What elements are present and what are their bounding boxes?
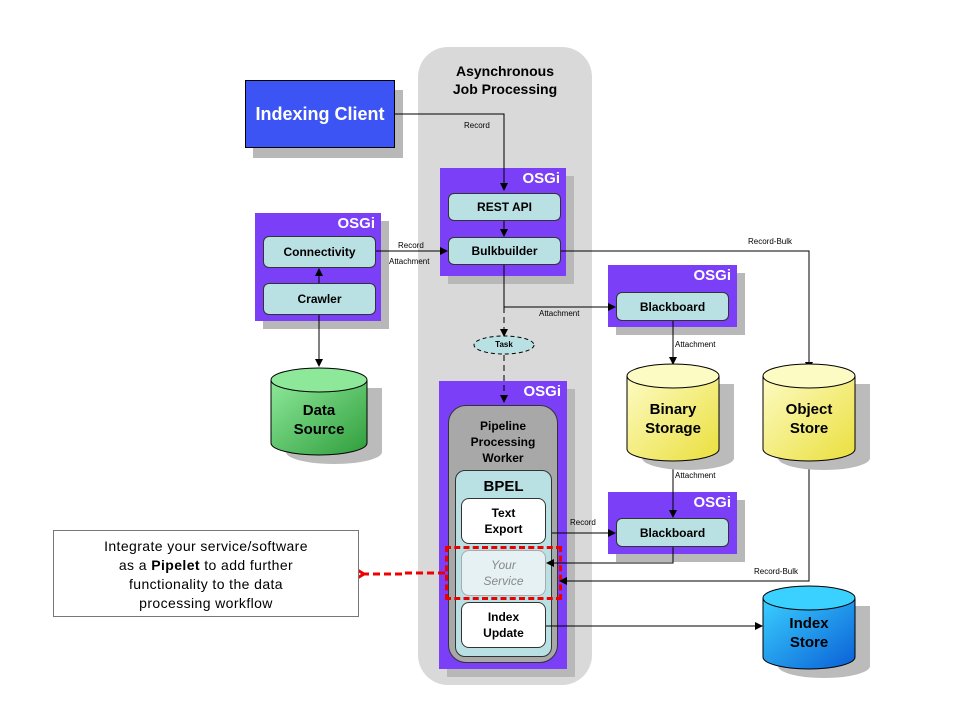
- edge-label-record-bulk-top: Record-Bulk: [748, 237, 793, 246]
- data-source-line1: Data: [302, 402, 336, 419]
- data-source-line2: Source: [293, 421, 345, 438]
- callout-line1: Integrate your service/software: [104, 538, 308, 554]
- data-source-label: Data Source: [271, 401, 367, 439]
- edge-label-attachment-bulk: Attachment: [539, 309, 580, 318]
- edge-label-attachment-binary: Attachment: [675, 471, 716, 480]
- index-store-line2: Store: [789, 634, 829, 651]
- object-store-line1: Object: [785, 401, 833, 418]
- edge-highlight-callout: [364, 573, 445, 574]
- callout-line2-post: to add further: [199, 557, 294, 573]
- callout-line4: processing workflow: [139, 595, 273, 611]
- edge-label-record-bulk-bottom: Record-Bulk: [754, 567, 799, 576]
- edge-label-record-client: Record: [464, 121, 490, 130]
- binary-storage-line1: Binary: [649, 401, 697, 418]
- edge-label-record-connectivity: Record: [398, 241, 424, 250]
- callout-pipelet-keyword: Pipelet: [151, 557, 200, 573]
- edge-label-attachment-connectivity: Attachment: [389, 257, 430, 266]
- binary-storage-line2: Storage: [645, 420, 701, 437]
- callout-line2: as a Pipelet to add further: [54, 556, 358, 575]
- index-store-line1: Index: [789, 615, 829, 632]
- edge-blackboard-yourservice: [546, 547, 674, 567]
- edge-bulk-blackboard: [503, 265, 616, 311]
- callout-line3: functionality to the data: [129, 576, 283, 592]
- binary-storage-label: Binary Storage: [627, 400, 719, 438]
- pipelet-callout: Integrate your service/software as a Pip…: [53, 530, 359, 617]
- edge-label-attachment-blackboard: Attachment: [675, 340, 716, 349]
- object-store-label: Object Store: [763, 400, 855, 438]
- object-store-line2: Store: [789, 420, 829, 437]
- edge-label-record-textexport: Record: [570, 518, 596, 527]
- task-label: Task: [495, 340, 513, 349]
- edge-bulk-objectstore: [561, 250, 813, 370]
- index-store-label: Index Store: [763, 614, 855, 652]
- callout-line2-pre: as a: [118, 557, 152, 573]
